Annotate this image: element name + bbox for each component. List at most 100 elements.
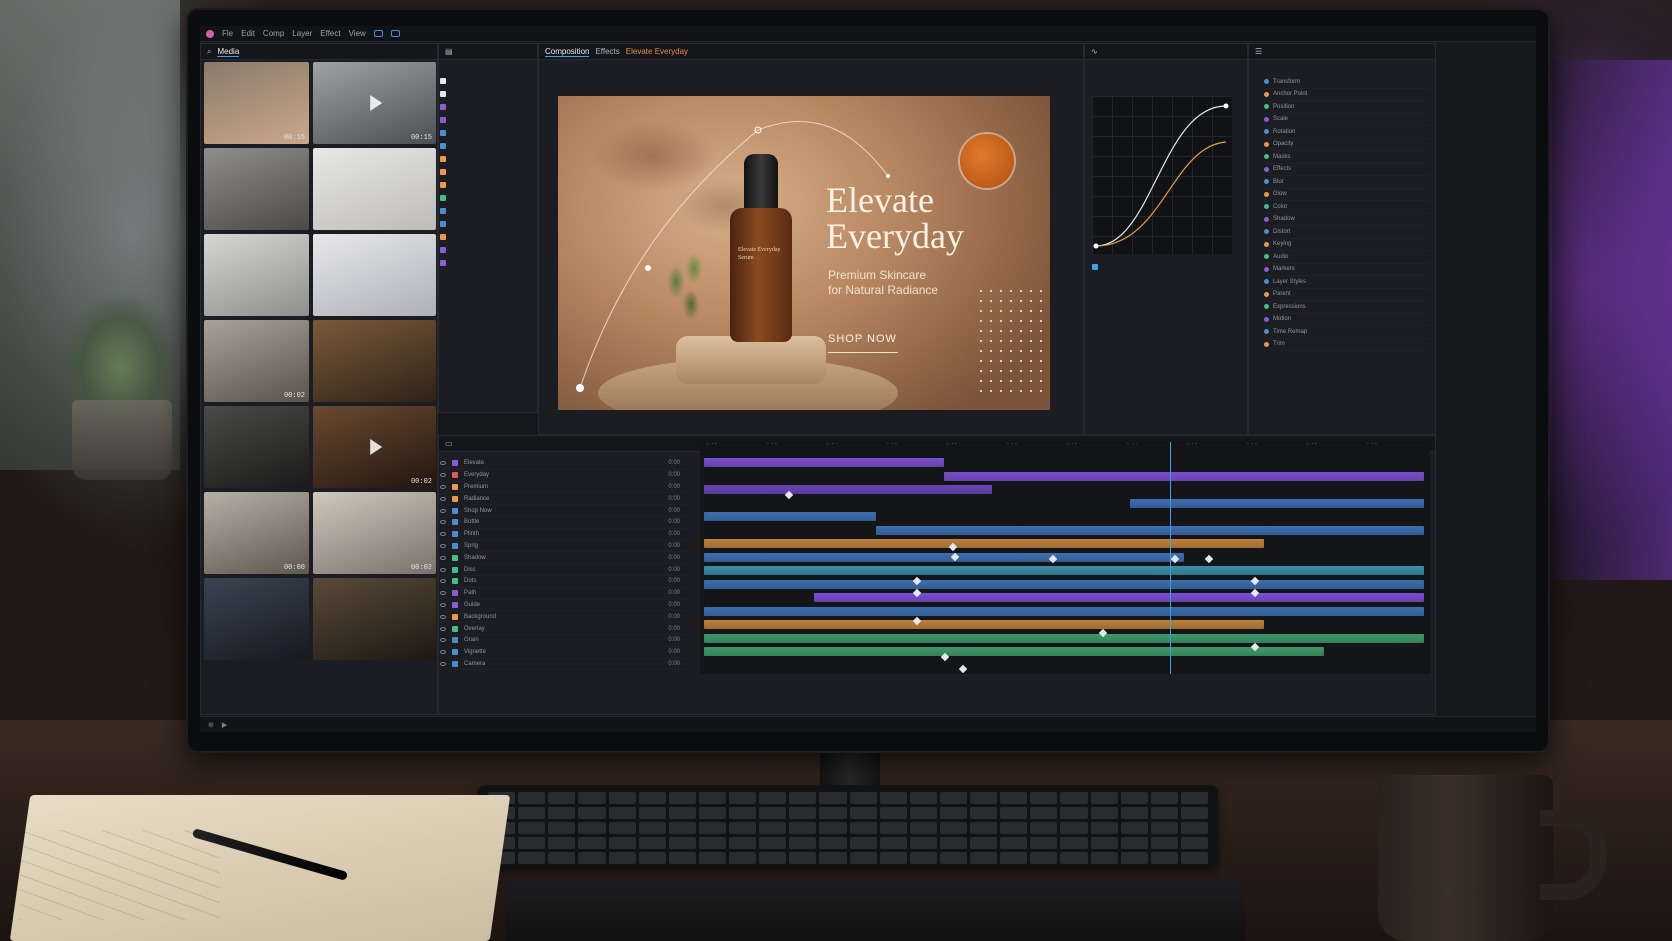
eye-icon[interactable]	[440, 473, 446, 478]
property-row[interactable]: Blur	[1264, 176, 1430, 189]
timeline-layer[interactable]: Premium 0:00	[436, 482, 694, 494]
serum-bottle[interactable]	[730, 208, 792, 342]
menu-file[interactable]: Fle	[222, 29, 233, 38]
property-row[interactable]: Transform	[1264, 76, 1430, 89]
track-bar[interactable]	[704, 620, 1264, 629]
media-thumbnail[interactable]: 00:02	[204, 320, 309, 402]
property-row[interactable]: Audio	[1264, 251, 1430, 264]
timeline-layer[interactable]: Dots 0:00	[436, 576, 694, 588]
property-row[interactable]: Rotation	[1264, 126, 1430, 139]
track-bar[interactable]	[704, 633, 1424, 643]
timeline-layer[interactable]: Guide 0:00	[436, 600, 694, 612]
property-row[interactable]: Time Remap	[1264, 326, 1430, 339]
render-icon[interactable]: ▶	[222, 721, 227, 729]
eye-icon[interactable]	[440, 567, 446, 572]
track-bar[interactable]	[704, 606, 1424, 616]
project-item[interactable]	[440, 126, 532, 139]
media-thumbnail[interactable]	[313, 320, 436, 402]
property-row[interactable]: Shadow	[1264, 214, 1430, 226]
eye-icon[interactable]	[440, 626, 446, 631]
eye-icon[interactable]	[440, 638, 446, 643]
project-item[interactable]	[440, 243, 532, 256]
eye-icon[interactable]	[440, 484, 446, 489]
timeline-layer[interactable]: Shadow 0:00	[436, 552, 694, 565]
property-row[interactable]: Expressions	[1264, 301, 1430, 314]
media-thumbnail[interactable]: 00:15	[313, 62, 436, 144]
path-handle[interactable]	[886, 174, 890, 178]
property-row[interactable]: Motion	[1264, 314, 1430, 326]
timeline-icon[interactable]: ▭	[445, 439, 453, 448]
tab-elevate-everyday[interactable]: Elevate Everyday	[626, 47, 688, 56]
timeline-layer[interactable]: Sprig 0:00	[436, 541, 694, 553]
track-bar[interactable]	[704, 512, 876, 521]
project-item[interactable]	[440, 74, 532, 87]
eye-icon[interactable]	[440, 591, 446, 596]
menu-effect[interactable]: Effect	[320, 29, 340, 38]
eye-icon[interactable]	[440, 650, 446, 655]
timeline-layer[interactable]: Bottle 0:00	[436, 517, 694, 529]
property-row[interactable]: Glow	[1264, 189, 1430, 201]
property-row[interactable]: Markers	[1264, 264, 1430, 276]
property-row[interactable]: Opacity	[1264, 139, 1430, 151]
eye-icon[interactable]	[440, 543, 446, 548]
project-item[interactable]	[440, 191, 532, 204]
timeline-layer[interactable]: Plinth 0:00	[436, 529, 694, 541]
project-item[interactable]	[440, 139, 532, 152]
media-tab[interactable]: Media	[217, 47, 240, 57]
property-row[interactable]: Layer Styles	[1264, 276, 1430, 289]
track-bar[interactable]	[704, 566, 1424, 575]
timeline-layer[interactable]: Grain 0:00	[436, 635, 694, 647]
track-bar[interactable]	[1130, 498, 1424, 508]
menu-comp[interactable]: Comp	[263, 29, 284, 38]
headline[interactable]: Elevate Everyday	[826, 182, 964, 254]
timeline-layer[interactable]: Disc 0:00	[436, 564, 694, 576]
media-thumbnail[interactable]	[204, 234, 309, 316]
media-thumbnail[interactable]	[204, 148, 309, 230]
project-item[interactable]	[440, 178, 532, 191]
property-row[interactable]: Effects	[1264, 164, 1430, 176]
graph-icon[interactable]: ∿	[1091, 47, 1098, 56]
eye-icon[interactable]	[440, 661, 446, 666]
path-handle[interactable]	[645, 265, 651, 271]
track-bar[interactable]	[944, 471, 1424, 481]
media-thumbnail[interactable]: 00:02	[313, 492, 436, 574]
preview-canvas[interactable]: Elevate Everyday Serum Elevate Everyday …	[558, 96, 1050, 410]
speed-graph[interactable]	[1092, 96, 1232, 254]
zoom-icon[interactable]: ⊕	[208, 721, 214, 729]
path-handle[interactable]	[576, 384, 584, 392]
project-item[interactable]	[440, 87, 532, 100]
track-bar[interactable]	[704, 552, 1184, 562]
project-item[interactable]	[440, 165, 532, 178]
property-row[interactable]: Anchor Point	[1264, 89, 1430, 101]
track-bar[interactable]	[876, 525, 1424, 535]
track-bar[interactable]	[814, 593, 1424, 602]
timeline-layer[interactable]: Background 0:00	[436, 611, 694, 624]
timeline-layer[interactable]: Elevate 0:00	[436, 458, 694, 470]
timeline-layer[interactable]: Path 0:00	[436, 588, 694, 600]
tab-composition[interactable]: Composition	[545, 47, 590, 57]
play-icon[interactable]	[369, 439, 382, 455]
property-row[interactable]: Distort	[1264, 226, 1430, 239]
eye-icon[interactable]	[440, 508, 446, 513]
layout-icon[interactable]	[390, 30, 400, 37]
keyframe-icon[interactable]	[1204, 554, 1214, 564]
project-item[interactable]	[440, 230, 532, 243]
media-thumbnail[interactable]: 00:02	[313, 406, 436, 488]
timeline-layer[interactable]: Everyday 0:00	[436, 470, 694, 482]
property-row[interactable]: Scale	[1264, 114, 1430, 126]
menu-layer[interactable]: Layer	[292, 29, 312, 38]
timeline-layer[interactable]: Overlay 0:00	[436, 623, 694, 635]
timeline-layer[interactable]: Vignette 0:00	[436, 647, 694, 659]
eye-icon[interactable]	[440, 579, 446, 584]
track-bar[interactable]	[704, 485, 992, 494]
eye-icon[interactable]	[440, 496, 446, 501]
eye-icon[interactable]	[440, 461, 446, 466]
timeline-layer[interactable]: Shop Now 0:00	[436, 505, 694, 517]
project-item[interactable]	[440, 217, 532, 230]
search-icon[interactable]: ⌕	[207, 47, 211, 57]
eye-icon[interactable]	[440, 614, 446, 619]
property-row[interactable]: Position	[1264, 101, 1430, 114]
shop-now-cta[interactable]: SHOP NOW	[828, 333, 897, 345]
playhead[interactable]	[1170, 442, 1171, 674]
media-thumbnail[interactable]	[313, 148, 436, 230]
